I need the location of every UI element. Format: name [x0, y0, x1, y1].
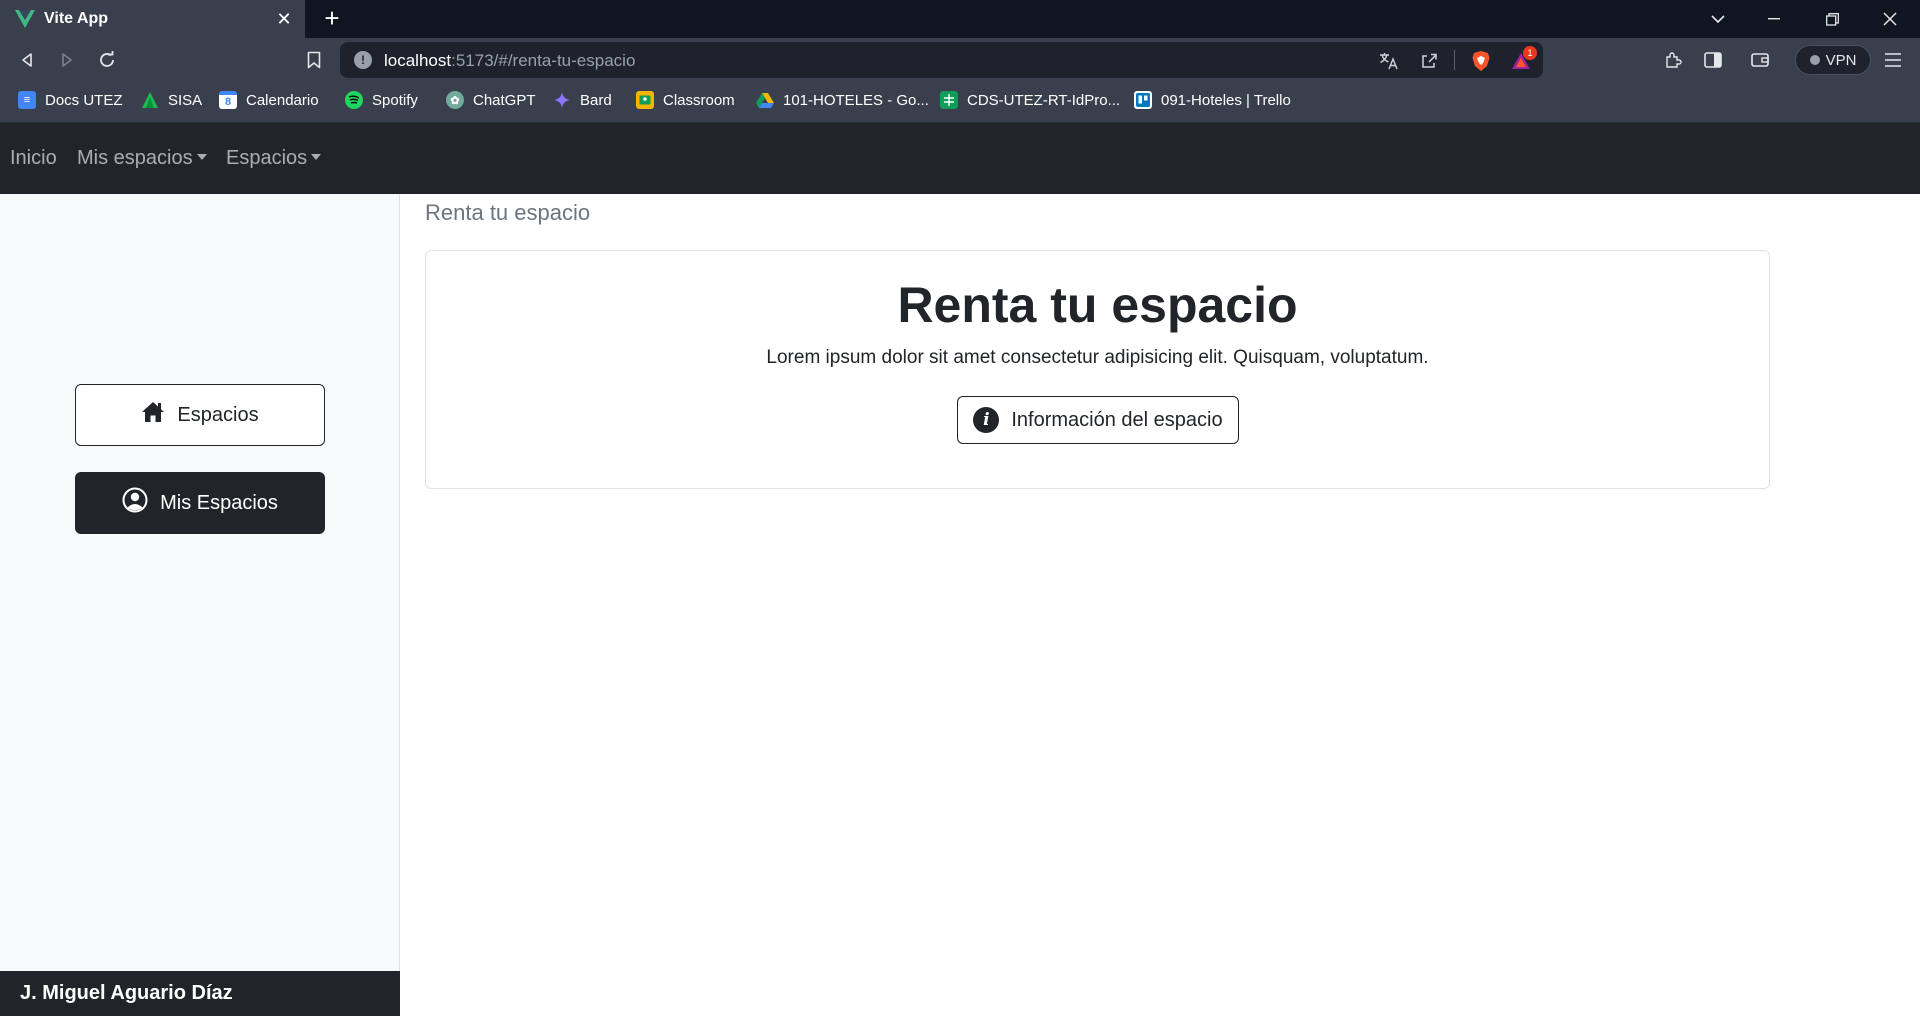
tab-title: Vite App — [44, 10, 109, 27]
google-docs-icon: ≡ — [18, 91, 36, 109]
breadcrumb: Renta tu espacio — [425, 200, 591, 225]
card-description: Lorem ipsum dolor sit amet consectetur a… — [766, 347, 1429, 368]
close-window-icon[interactable] — [1862, 0, 1918, 38]
espacios-button-label: Espacios — [177, 403, 259, 426]
vpn-status-icon — [1809, 55, 1820, 65]
mis-espacios-button[interactable]: Mis Espacios — [75, 472, 325, 534]
menu-icon[interactable] — [1877, 44, 1909, 76]
espacios-button[interactable]: Espacios — [75, 384, 325, 446]
back-icon[interactable] — [11, 44, 43, 76]
bard-icon — [553, 91, 571, 109]
bookmark-label: ChatGPT — [473, 91, 536, 109]
card-title: Renta tu espacio — [897, 277, 1298, 333]
nav-espacios-dropdown[interactable]: Espacios — [226, 147, 322, 170]
tab-search-chevron-icon[interactable] — [1690, 0, 1746, 38]
address-bar[interactable]: ! localhost:5173/#/renta-tu-espacio 1 — [340, 42, 1543, 78]
new-tab-button[interactable]: + — [318, 5, 346, 33]
bookmark-label: Classroom — [663, 91, 735, 109]
rent-space-card: Renta tu espacio Lorem ipsum dolor sit a… — [425, 250, 1770, 489]
translate-icon[interactable] — [1376, 48, 1402, 74]
nav-mis-espacios-dropdown[interactable]: Mis espacios — [77, 147, 207, 170]
bookmark-label: SISA — [168, 91, 203, 109]
vite-logo-icon — [14, 8, 36, 30]
bookmark-label: Docs UTEZ — [45, 91, 123, 109]
share-icon[interactable] — [1416, 48, 1442, 74]
bookmark-spotify[interactable]: Spotify — [345, 81, 418, 119]
nav-espacios-label: Espacios — [226, 147, 308, 169]
bookmark-docs-utez[interactable]: ≡ Docs UTEZ — [18, 81, 123, 119]
bookmark-trello[interactable]: 091-Hoteles | Trello — [1134, 81, 1291, 119]
google-calendar-icon: 8 — [219, 91, 237, 109]
url-text: localhost:5173/#/renta-tu-espacio — [384, 51, 635, 71]
info-icon: i — [973, 407, 1000, 433]
wallet-icon[interactable] — [1744, 44, 1776, 76]
bookmark-label: Calendario — [246, 91, 319, 109]
chatgpt-icon: ✿ — [446, 91, 464, 109]
dropdown-caret-icon — [196, 153, 207, 160]
browser-tab[interactable]: Vite App ✕ — [0, 0, 305, 38]
spotify-icon — [345, 91, 363, 109]
bookmark-sisa[interactable]: SISA — [141, 81, 202, 119]
bookmark-label: Bard — [580, 91, 612, 109]
user-circle-icon — [122, 487, 148, 519]
bookmark-101-hoteles[interactable]: 101-HOTELES - Go... — [756, 81, 929, 119]
bookmark-chatgpt[interactable]: ✿ ChatGPT — [446, 81, 536, 119]
bookmark-bard[interactable]: Bard — [553, 81, 612, 119]
tab-close-icon[interactable]: ✕ — [273, 8, 295, 30]
bookmark-label: 101-HOTELES - Go... — [783, 91, 929, 109]
bookmark-calendario[interactable]: 8 Calendario — [219, 81, 319, 119]
sidebar-toggle-icon[interactable] — [1697, 44, 1729, 76]
forward-icon[interactable] — [51, 44, 83, 76]
sidebar: Espacios Mis Espacios J. Miguel Aguario … — [0, 194, 400, 1016]
google-sheets-icon — [940, 91, 958, 109]
url-host: localhost — [384, 51, 452, 70]
nav-mis-espacios-label: Mis espacios — [77, 147, 193, 169]
app-navbar: Inicio Mis espacios Espacios — [0, 123, 1920, 194]
trello-icon — [1134, 91, 1152, 109]
brave-shields-icon[interactable] — [1468, 48, 1494, 74]
google-drive-icon — [756, 91, 774, 109]
minimize-icon[interactable] — [1746, 0, 1802, 38]
bookmark-label: Spotify — [372, 91, 418, 109]
bookmark-cds-utez[interactable]: CDS-UTEZ-RT-IdPro... — [940, 81, 1120, 119]
google-classroom-icon — [636, 91, 654, 109]
bookmark-label: CDS-UTEZ-RT-IdPro... — [967, 91, 1121, 109]
url-path: :5173/#/renta-tu-espacio — [451, 51, 636, 70]
nav-inicio[interactable]: Inicio — [10, 147, 57, 170]
sisa-icon — [141, 91, 159, 109]
reload-icon[interactable] — [91, 44, 123, 76]
bookmark-classroom[interactable]: Classroom — [636, 81, 735, 119]
home-icon — [141, 401, 165, 429]
browser-toolbar: ! localhost:5173/#/renta-tu-espacio 1 VP… — [0, 38, 1920, 81]
vpn-button[interactable]: VPN — [1795, 45, 1871, 75]
bookmark-label: 091-Hoteles | Trello — [1161, 91, 1291, 109]
extensions-icon[interactable] — [1657, 44, 1689, 76]
mis-espacios-button-label: Mis Espacios — [160, 491, 278, 514]
bookmark-icon[interactable] — [298, 44, 330, 76]
space-info-button[interactable]: i Información del espacio — [957, 396, 1239, 444]
site-info-icon[interactable]: ! — [354, 51, 372, 69]
url-divider — [1454, 50, 1455, 70]
space-info-button-label: Información del espacio — [1011, 408, 1223, 431]
user-name: J. Miguel Aguario Díaz — [0, 971, 400, 1016]
browser-tab-strip: Vite App ✕ + — [0, 0, 1920, 38]
vpn-label: VPN — [1825, 51, 1857, 69]
dropdown-caret-icon — [311, 153, 322, 160]
bookmarks-bar: ≡ Docs UTEZ SISA 8 Calendario Spotify ✿ … — [0, 81, 1920, 123]
rewards-count-badge: 1 — [1523, 46, 1537, 60]
restore-icon[interactable] — [1804, 0, 1860, 38]
